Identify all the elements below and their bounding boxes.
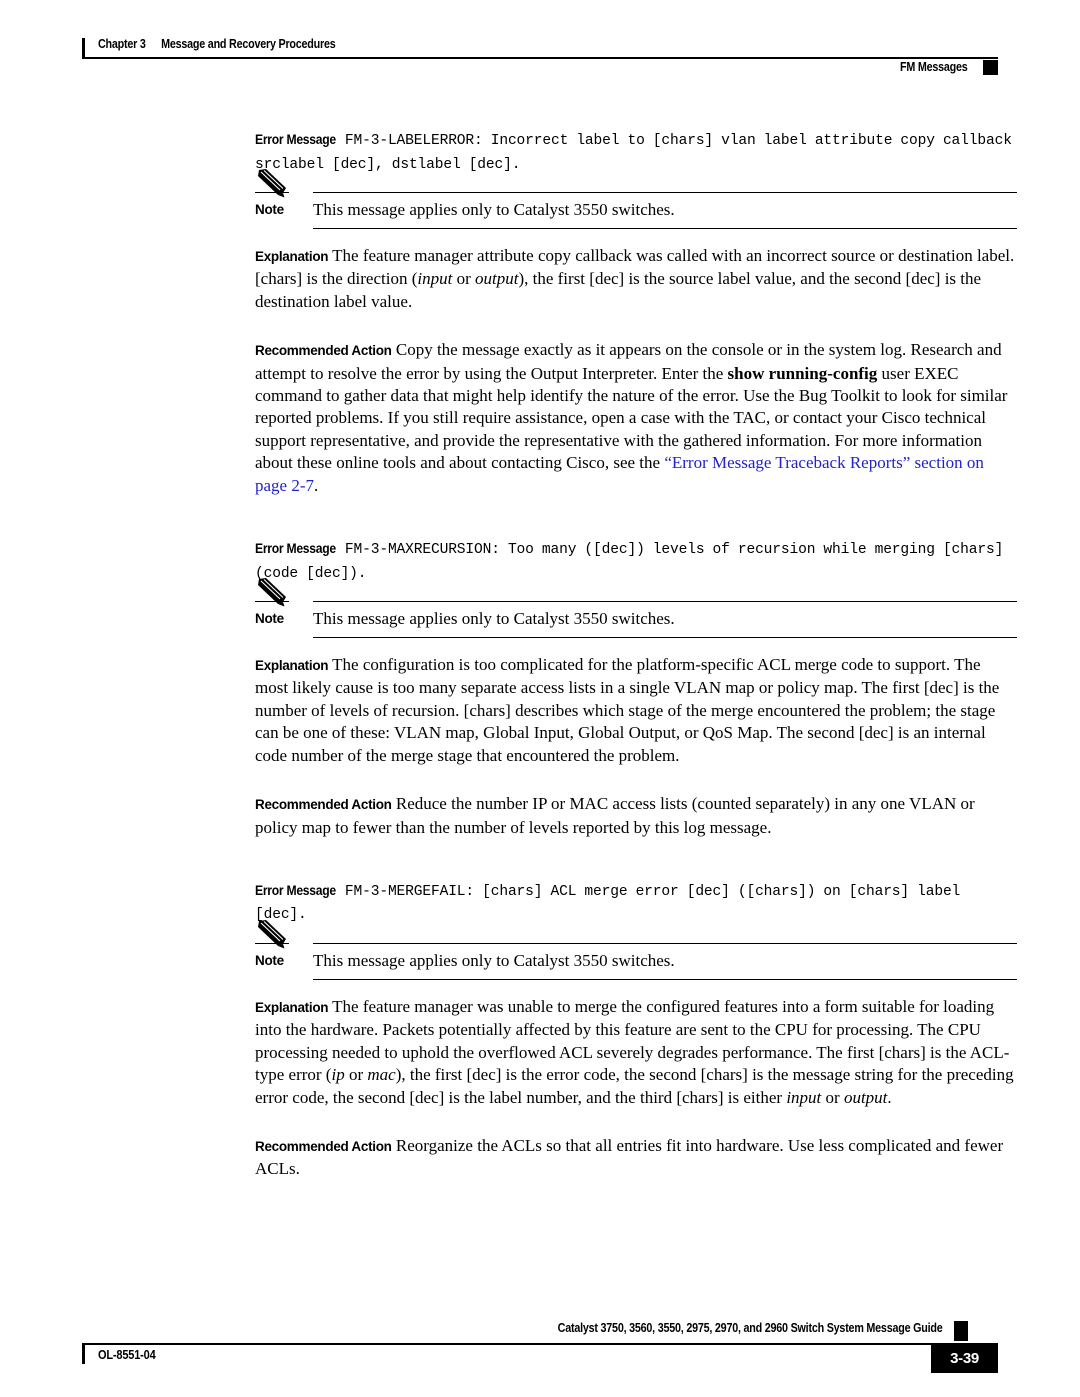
header-marker-square	[983, 60, 998, 75]
explanation-text: The configuration is too complicated for…	[255, 655, 1000, 765]
pencil-icon	[256, 168, 290, 198]
recommended-action-label: Recommended Action	[255, 343, 392, 359]
explanation-emphasis-1: ip	[331, 1065, 345, 1085]
footer-rule	[82, 1343, 998, 1345]
header-rule	[82, 57, 998, 59]
error-message-code: FM-3-MAXRECURSION: Too many ([dec]) leve…	[255, 542, 1012, 582]
action-text-3: .	[314, 475, 319, 495]
error-message-code: FM-3-MERGEFAIL: [chars] ACL merge error …	[255, 883, 969, 924]
explanation-text-2: or	[344, 1065, 368, 1085]
explanation-emphasis-2: mac	[367, 1065, 396, 1085]
explanation-text-5: .	[887, 1087, 892, 1107]
note-top-rule	[313, 601, 1017, 603]
message-block-mergefail: Error Message FM-3-MERGEFAIL: [chars] ACL…	[255, 881, 1017, 1181]
header-chapter-number: Chapter 3	[98, 37, 146, 51]
note-bottom-rule	[313, 978, 1017, 980]
footer-marker-square	[954, 1321, 968, 1341]
error-message-label: Error Message	[255, 541, 336, 557]
message-spacer-1	[255, 497, 1017, 539]
footer-doc-id: OL-8551-04	[98, 1348, 156, 1362]
pencil-icon	[256, 577, 290, 607]
header-section-title: FM Messages	[900, 60, 968, 74]
explanation-paragraph: Explanation The configuration is too com…	[255, 654, 1017, 767]
explanation-label: Explanation	[255, 249, 329, 264]
error-message-label: Error Message	[255, 882, 336, 898]
header-chapter-title: Message and Recovery Procedures	[161, 37, 336, 51]
explanation-label: Explanation	[255, 999, 329, 1015]
page-number-badge: 3-39	[931, 1343, 998, 1373]
message-block-labelerror: Error Message FM-3-LABELERROR: Incorrect …	[255, 130, 1017, 497]
document-page: Chapter 3 Message and Recovery Procedures…	[0, 0, 1080, 1397]
explanation-text-4: or	[821, 1087, 844, 1107]
note-top-rule	[313, 942, 1017, 944]
explanation-emphasis-4: output	[843, 1087, 888, 1107]
explanation-emphasis-1: input	[417, 269, 453, 289]
error-message-label: Error Message	[255, 132, 336, 147]
recommended-action-paragraph: Recommended Action Reorganize the ACLs s…	[255, 1135, 1017, 1181]
explanation-paragraph: Explanation The feature manager attribut…	[255, 245, 1017, 313]
explanation-paragraph: Explanation The feature manager was unab…	[255, 996, 1017, 1109]
header-left-tick	[82, 38, 85, 57]
explanation-emphasis-2: output	[475, 269, 519, 289]
error-message-line: Error Message FM-3-MAXRECURSION: Too many…	[255, 539, 1017, 587]
error-message-line: Error Message FM-3-MERGEFAIL: [chars] ACL…	[255, 881, 1017, 929]
note-bottom-rule	[313, 228, 1017, 229]
note-icon-underline	[255, 192, 289, 193]
note-callout: Note This message applies only to Cataly…	[255, 169, 1017, 229]
page-header: Chapter 3 Message and Recovery Procedures…	[82, 34, 998, 80]
footer-guide-title: Catalyst 3750, 3560, 3550, 2975, 2970, a…	[557, 1321, 942, 1335]
note-label: Note	[255, 952, 284, 968]
footer-left-tick	[82, 1345, 85, 1364]
note-label: Note	[255, 202, 284, 217]
note-text: This message applies only to Catalyst 35…	[313, 950, 675, 970]
note-icon-underline	[255, 601, 289, 603]
explanation-label: Explanation	[255, 658, 329, 674]
error-message-code: FM-3-LABELERROR: Incorrect label to [cha…	[255, 133, 1020, 173]
action-bold-command: show running-config	[727, 363, 878, 383]
explanation-text-2: or	[452, 269, 476, 289]
recommended-action-label: Recommended Action	[255, 797, 392, 813]
recommended-action-label: Recommended Action	[255, 1138, 392, 1154]
note-icon-underline	[255, 942, 289, 944]
message-spacer-2	[255, 839, 1017, 881]
message-block-maxrecursion: Error Message FM-3-MAXRECURSION: Too many…	[255, 539, 1017, 839]
page-body: Error Message FM-3-LABELERROR: Incorrect …	[255, 130, 1017, 1181]
pencil-icon	[256, 919, 290, 949]
recommended-action-paragraph: Recommended Action Copy the message exac…	[255, 339, 1017, 497]
note-label: Note	[255, 611, 284, 627]
header-chapter: Chapter 3 Message and Recovery Procedures	[98, 37, 336, 51]
note-text: This message applies only to Catalyst 35…	[313, 200, 675, 219]
page-footer: Catalyst 3750, 3560, 3550, 2975, 2970, a…	[82, 1318, 998, 1378]
explanation-emphasis-3: input	[786, 1087, 822, 1107]
note-callout: Note This message applies only to Cataly…	[255, 919, 1017, 980]
note-callout: Note This message applies only to Cataly…	[255, 578, 1017, 639]
note-text: This message applies only to Catalyst 35…	[313, 609, 675, 629]
note-bottom-rule	[313, 637, 1017, 639]
recommended-action-paragraph: Recommended Action Reduce the number IP …	[255, 793, 1017, 839]
note-top-rule	[313, 192, 1017, 193]
error-message-line: Error Message FM-3-LABELERROR: Incorrect …	[255, 130, 1017, 178]
